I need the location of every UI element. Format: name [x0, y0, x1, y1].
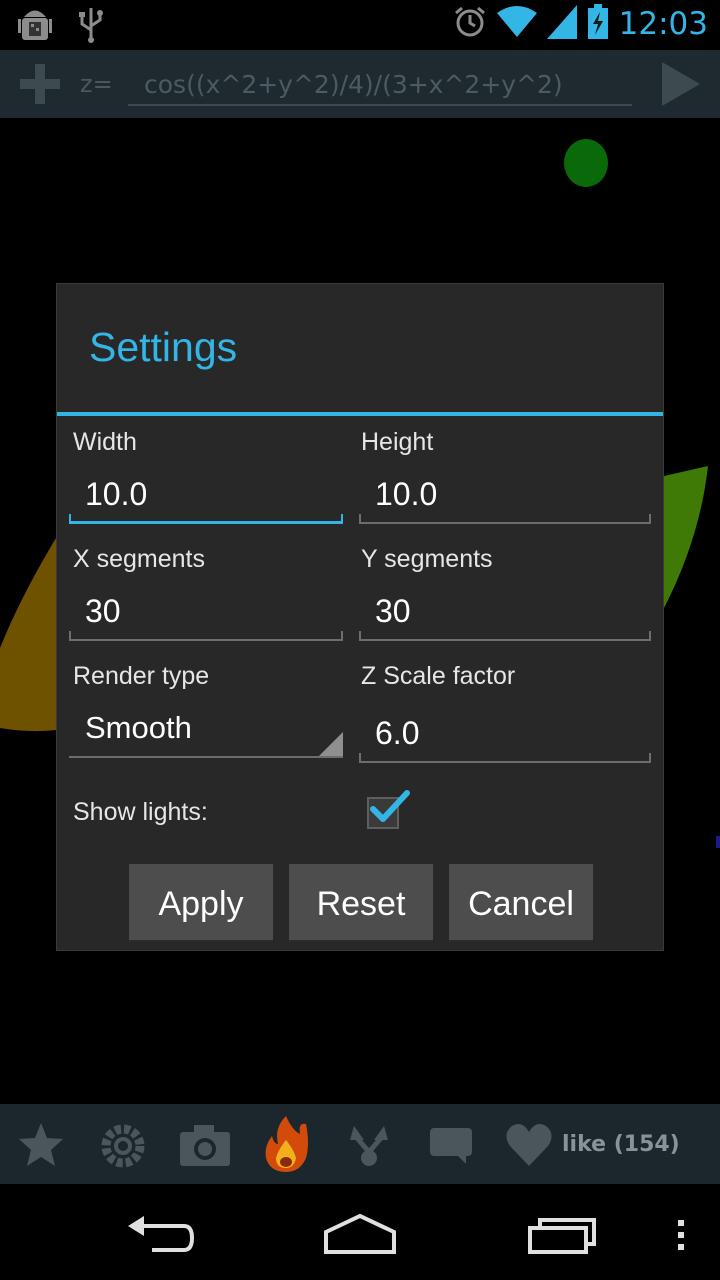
recent-apps-icon[interactable]	[526, 1214, 598, 1260]
render-type-label: Render type	[73, 662, 210, 690]
z-scale-label: Z Scale factor	[361, 662, 516, 690]
bottom-action-bar: like (154)	[0, 1104, 720, 1184]
y-segments-label: Y segments	[361, 545, 493, 573]
camera-icon[interactable]	[178, 1120, 230, 1170]
usb-icon	[78, 6, 104, 48]
back-icon[interactable]	[124, 1208, 196, 1260]
android-debug-icon	[18, 6, 52, 48]
height-label: Height	[361, 428, 434, 456]
x-segments-value: 30	[85, 593, 121, 629]
alarm-icon	[453, 5, 487, 43]
battery-charging-icon	[587, 4, 609, 44]
overflow-menu-icon[interactable]	[674, 1218, 688, 1256]
y-segments-value: 30	[375, 593, 411, 629]
fire-icon[interactable]	[262, 1114, 312, 1172]
status-bar: 12:03	[0, 0, 720, 50]
y-segments-field[interactable]: 30	[359, 593, 651, 641]
cancel-button[interactable]: Cancel	[449, 864, 593, 942]
show-lights-checkbox[interactable]	[367, 790, 410, 829]
width-value: 10.0	[85, 476, 148, 512]
title-divider	[57, 412, 663, 416]
reset-button[interactable]: Reset	[289, 864, 433, 942]
checkmark-icon	[370, 790, 410, 822]
settings-gear-icon[interactable]	[98, 1120, 148, 1170]
comment-icon[interactable]	[426, 1120, 476, 1170]
height-value: 10.0	[375, 476, 438, 512]
z-scale-value: 6.0	[375, 715, 420, 751]
star-icon[interactable]	[16, 1120, 66, 1170]
render-type-spinner[interactable]: Smooth	[69, 710, 343, 758]
width-label: Width	[73, 428, 137, 456]
dialog-title: Settings	[89, 324, 238, 370]
signal-icon	[546, 5, 577, 43]
x-segments-field[interactable]: 30	[69, 593, 343, 641]
width-field[interactable]: 10.0	[69, 476, 343, 524]
formula-input[interactable]: cos((x^2+y^2)/4)/(3+x^2+y^2)	[128, 62, 632, 106]
home-icon[interactable]	[322, 1212, 398, 1260]
share-icon[interactable]	[344, 1120, 394, 1170]
settings-dialog: Settings Width 10.0 Height 10.0 X segmen…	[56, 283, 664, 951]
wifi-icon	[496, 5, 537, 43]
x-segments-label: X segments	[73, 545, 206, 573]
render-type-value: Smooth	[85, 710, 192, 745]
heart-icon[interactable]	[504, 1120, 554, 1170]
z-label: z=	[80, 70, 113, 98]
apply-button[interactable]: Apply	[129, 864, 273, 942]
play-icon[interactable]	[656, 60, 704, 108]
show-lights-label: Show lights:	[73, 798, 208, 826]
height-field[interactable]: 10.0	[359, 476, 651, 524]
like-count[interactable]: like (154)	[562, 1132, 680, 1157]
formula-toolbar: z= cos((x^2+y^2)/4)/(3+x^2+y^2)	[0, 50, 720, 118]
clock: 12:03	[618, 6, 708, 42]
navigation-bar	[0, 1184, 720, 1280]
dropdown-arrow-icon	[319, 732, 343, 756]
add-icon[interactable]	[16, 60, 64, 108]
z-scale-field[interactable]: 6.0	[359, 711, 651, 763]
